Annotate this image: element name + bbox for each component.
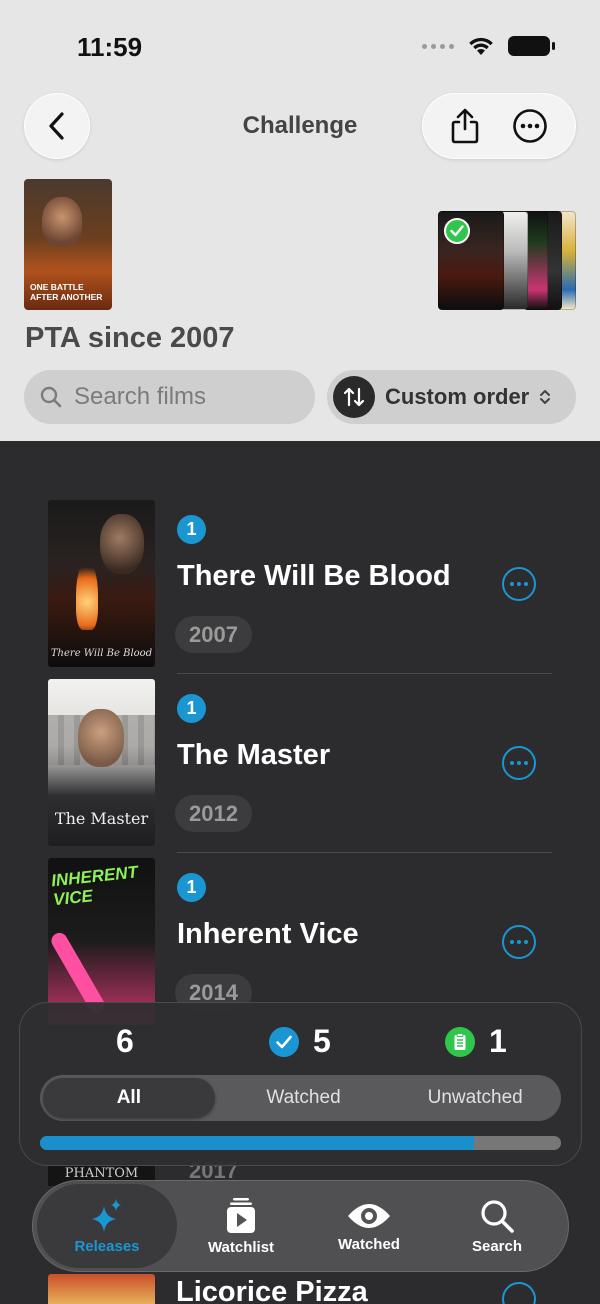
total-count-value: 6 <box>116 1023 134 1059</box>
status-time: 11:59 <box>77 32 143 62</box>
more-icon[interactable] <box>502 925 536 959</box>
tab-watchlist-label: Watchlist <box>207 1238 275 1256</box>
film-title: Inherent Vice <box>177 918 359 950</box>
watched-count-value: 5 <box>313 1023 331 1059</box>
search-input[interactable]: Search films <box>24 370 315 424</box>
film-title: The Master <box>177 739 331 771</box>
year-badge: 2007 <box>175 616 252 653</box>
hero-poster-text: ONE BATTLE AFTER ANOTHER <box>30 282 103 302</box>
signal-icon <box>422 43 454 49</box>
filter-watched[interactable]: Watched <box>218 1075 390 1121</box>
battery-icon <box>508 36 555 56</box>
more-icon[interactable] <box>502 746 536 780</box>
eye-icon <box>348 1203 390 1228</box>
film-poster: INHERENT VICE <box>48 858 155 1025</box>
header-area: 11:59 Challenge ONE BATTLE AFTER ANOTHER <box>0 0 600 441</box>
film-title: There Will Be Blood <box>177 560 451 592</box>
rank-badge: 1 <box>177 694 206 723</box>
search-icon <box>40 386 62 408</box>
film-poster: There Will Be Blood <box>48 500 155 667</box>
poster-text: INHERENT VICE <box>50 862 139 910</box>
watched-count: 5 <box>269 1023 331 1060</box>
year-badge: 2012 <box>175 795 252 832</box>
status-icons <box>422 36 555 56</box>
tab-watched-label: Watched <box>338 1235 400 1253</box>
chevron-updown-icon <box>540 390 551 404</box>
more-options-icon[interactable] <box>512 108 548 144</box>
sort-order-button[interactable]: Custom order <box>327 370 576 424</box>
progress-panel: 6 5 1 All Watched Unwatched <box>19 1002 582 1166</box>
sparkles-icon <box>92 1198 121 1232</box>
checkmark-icon <box>444 218 470 244</box>
share-icon[interactable] <box>450 107 480 145</box>
more-icon[interactable] <box>502 567 536 601</box>
filter-segmented-control: All Watched Unwatched <box>40 1075 561 1121</box>
film-row[interactable]: INHERENT VICE 1 Inherent Vice 2014 <box>48 858 552 1026</box>
film-poster <box>48 1274 155 1304</box>
filter-all[interactable]: All <box>43 1078 215 1118</box>
filter-unwatched[interactable]: Unwatched <box>389 1075 561 1121</box>
film-poster: The Master <box>48 679 155 846</box>
watched-check-icon <box>269 1026 299 1057</box>
progress-bar <box>40 1136 561 1150</box>
tab-releases-label: Releases <box>74 1237 140 1255</box>
list-title: PTA since 2007 <box>25 322 235 354</box>
unwatched-count-value: 1 <box>489 1023 507 1059</box>
search-placeholder: Search films <box>74 383 207 410</box>
search-icon <box>481 1199 514 1233</box>
watchlist-icon <box>227 1197 255 1233</box>
film-title: Licorice Pizza <box>176 1276 368 1304</box>
sort-label: Custom order <box>385 384 530 409</box>
tab-search-label: Search <box>471 1237 523 1255</box>
film-row[interactable]: There Will Be Blood 1 There Will Be Bloo… <box>48 500 552 674</box>
more-icon[interactable] <box>502 1282 536 1304</box>
tab-bar: Releases Watchlist Watched Search <box>32 1180 569 1272</box>
nav-actions <box>422 93 576 159</box>
clipboard-icon <box>445 1026 475 1057</box>
tab-search[interactable]: Search <box>433 1184 561 1268</box>
divider <box>177 673 552 674</box>
unwatched-count: 1 <box>445 1023 507 1060</box>
tab-releases[interactable]: Releases <box>37 1184 177 1268</box>
tab-watchlist[interactable]: Watchlist <box>177 1184 305 1268</box>
wifi-icon <box>469 37 493 55</box>
tab-watched[interactable]: Watched <box>305 1184 433 1268</box>
rank-badge: 1 <box>177 515 206 544</box>
poster-text: The Master <box>54 809 149 828</box>
rank-badge: 1 <box>177 873 206 902</box>
divider <box>177 852 552 853</box>
poster-text: There Will Be Blood <box>50 648 153 659</box>
poster-stack[interactable] <box>438 211 576 310</box>
progress-fill <box>40 1136 474 1150</box>
total-count: 6 <box>116 1023 134 1060</box>
list-cover-poster: ONE BATTLE AFTER ANOTHER <box>24 179 112 310</box>
film-row[interactable]: The Master 1 The Master 2012 <box>48 679 552 853</box>
sort-arrows-icon <box>333 376 375 418</box>
